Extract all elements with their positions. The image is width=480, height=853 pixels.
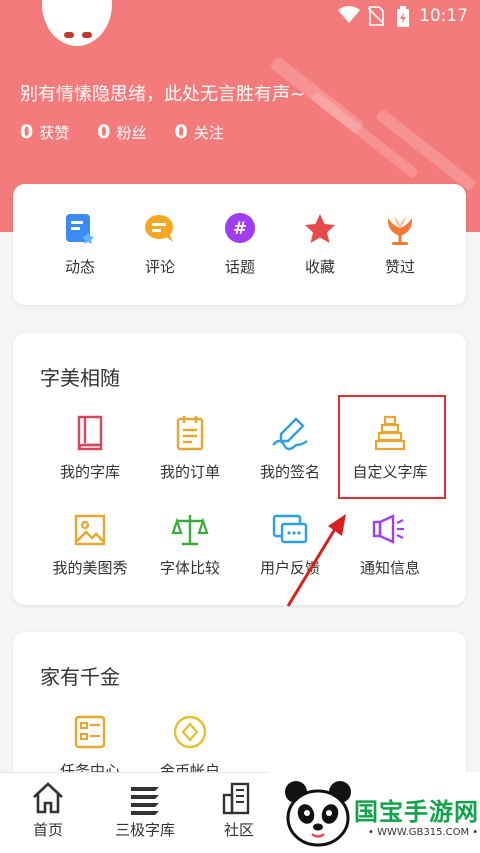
comment-icon [145,215,173,242]
tab-home[interactable]: 首页 [3,781,93,840]
compare-icon [171,515,209,546]
wifi-icon [338,6,360,23]
quick-liked-button[interactable]: 赞过 [365,212,435,277]
watermark-url: • WWW.GB315.COM • [368,827,479,838]
svg-text:#: # [233,219,247,239]
highlight-box [338,395,446,499]
quick-actions-card: 动态 评论 # 话题 收藏 赞过 [13,184,466,305]
watermark-brand: 国宝手游网 [354,798,479,826]
quick-activity-button[interactable]: 动态 [45,212,115,277]
notifications-button[interactable]: 通知信息 [342,513,438,578]
my-font-library-button[interactable]: 我的字库 [42,415,138,482]
task-center-button[interactable]: 任务中心 [42,714,138,781]
my-orders-button[interactable]: 我的订单 [142,415,238,482]
library-icon [131,787,159,815]
signature-icon [272,417,308,451]
no-sim-icon [368,6,384,26]
battery-icon [397,6,409,27]
status-bar: 10:17 [0,0,480,32]
section-title: 家有千金 [40,665,120,689]
notification-icon [372,514,404,544]
clock: 10:17 [419,6,468,26]
tab-library[interactable]: 三极字库 [100,781,190,840]
font-compare-button[interactable]: 字体比较 [142,513,238,578]
panda-logo-icon [285,781,351,847]
stat-likes[interactable]: 0 获赞 [20,121,69,143]
coin-icon [173,715,207,749]
order-icon [176,416,204,451]
font-library-icon [77,415,103,451]
community-icon [222,782,250,815]
star-icon [305,214,335,243]
quick-favorites-button[interactable]: 收藏 [285,212,355,277]
section-title: 字美相随 [40,366,120,390]
profile-signature: 别有情愫隐思绪，此处无言胜有声~ [20,84,306,105]
stat-following[interactable]: 0 关注 [175,121,224,143]
image-icon [74,514,106,546]
quick-topic-button[interactable]: # 话题 [205,212,275,277]
my-signature-button[interactable]: 我的签名 [242,415,338,482]
coin-account-button[interactable]: 金币帐户 [142,714,238,781]
my-image-show-button[interactable]: 我的美图秀 [42,513,138,578]
stat-fans[interactable]: 0 粉丝 [97,121,146,143]
topic-icon: # [225,213,255,243]
annotation-arrow [286,514,346,607]
liked-icon [387,216,413,245]
profile-stats: 0 获赞 0 粉丝 0 关注 [20,121,252,143]
watermark: 国宝手游网 • WWW.GB315.COM • [268,772,480,853]
quick-comment-button[interactable]: 评论 [125,212,195,277]
activity-icon [66,214,94,244]
home-icon [33,782,63,814]
task-icon [74,715,106,749]
